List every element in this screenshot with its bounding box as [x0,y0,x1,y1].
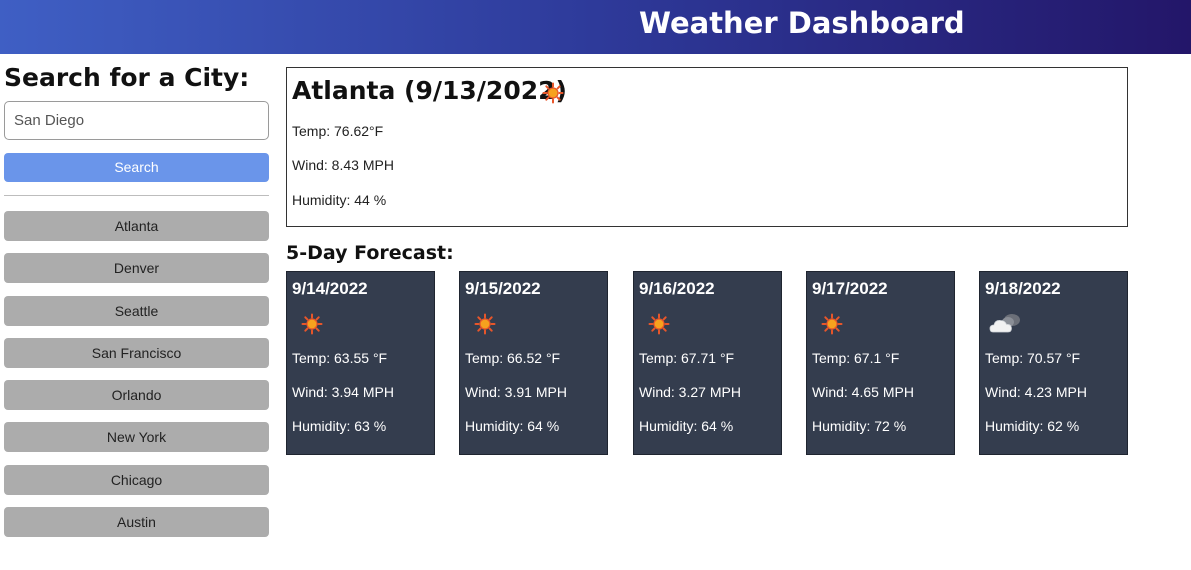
forecast-temp: Temp: 66.52 °F [465,350,561,366]
history-button-chicago[interactable]: Chicago [4,464,269,495]
forecast-temp: Temp: 67.1 °F [812,350,900,366]
forecast-wind: Wind: 3.91 MPH [465,384,567,400]
forecast-humidity: Humidity: 72 % [812,418,907,434]
search-heading: Search for a City: [4,63,250,92]
forecast-card: 9/18/2022 Temp: 70.57 °F Wind: 4.23 MPH … [979,271,1128,455]
forecast-temp: Temp: 70.57 °F [985,350,1081,366]
search-button[interactable]: Search [4,153,269,182]
cloud-icon [989,314,1020,333]
forecast-humidity: Humidity: 62 % [985,418,1080,434]
sidebar-divider [4,195,269,196]
sun-icon [542,82,564,104]
history-button-san-francisco[interactable]: San Francisco [4,337,269,368]
history-button-denver[interactable]: Denver [4,253,269,284]
app-title: Weather Dashboard [639,6,965,40]
sun-icon [821,313,843,335]
sun-icon [301,313,323,335]
forecast-date: 9/17/2022 [812,279,888,298]
current-city-title: Atlanta (9/13/2022) [292,76,567,105]
forecast-card: 9/16/2022 Temp: 67.71 °F Wind: 3.27 MPH … [633,271,782,455]
sun-icon [474,313,496,335]
forecast-temp: Temp: 63.55 °F [292,350,388,366]
forecast-wind: Wind: 3.27 MPH [639,384,741,400]
forecast-card: 9/15/2022 Temp: 66.52 °F Wind: 3.91 MPH … [459,271,608,455]
forecast-temp: Temp: 67.71 °F [639,350,735,366]
forecast-date: 9/18/2022 [985,279,1061,298]
forecast-wind: Wind: 4.65 MPH [812,384,914,400]
app-header: Weather Dashboard [0,0,1191,54]
current-humidity: Humidity: 44 % [292,192,387,208]
forecast-heading: 5-Day Forecast: [286,242,454,264]
current-wind: Wind: 8.43 MPH [292,157,394,173]
history-button-austin[interactable]: Austin [4,507,269,538]
forecast-humidity: Humidity: 64 % [639,418,734,434]
history-button-orlando[interactable]: Orlando [4,380,269,411]
current-temp: Temp: 76.62°F [292,123,384,139]
forecast-date: 9/14/2022 [292,279,368,298]
history-button-new-york[interactable]: New York [4,422,269,453]
history-button-atlanta[interactable]: Atlanta [4,211,269,241]
forecast-card: 9/17/2022 Temp: 67.1 °F Wind: 4.65 MPH H… [806,271,955,455]
forecast-wind: Wind: 4.23 MPH [985,384,1087,400]
forecast-humidity: Humidity: 64 % [465,418,560,434]
forecast-humidity: Humidity: 63 % [292,418,387,434]
current-weather-panel: Atlanta (9/13/2022) Temp: 76.62°F Wind: … [286,67,1128,227]
history-button-seattle[interactable]: Seattle [4,295,269,326]
search-history-list: Atlanta Denver Seattle San Francisco Orl… [4,211,269,549]
sun-icon [648,313,670,335]
forecast-date: 9/16/2022 [639,279,715,298]
city-search-input[interactable] [4,101,269,140]
forecast-wind: Wind: 3.94 MPH [292,384,394,400]
forecast-date: 9/15/2022 [465,279,541,298]
forecast-card: 9/14/2022 Temp: 63.55 °F Wind: 3.94 MPH … [286,271,435,455]
